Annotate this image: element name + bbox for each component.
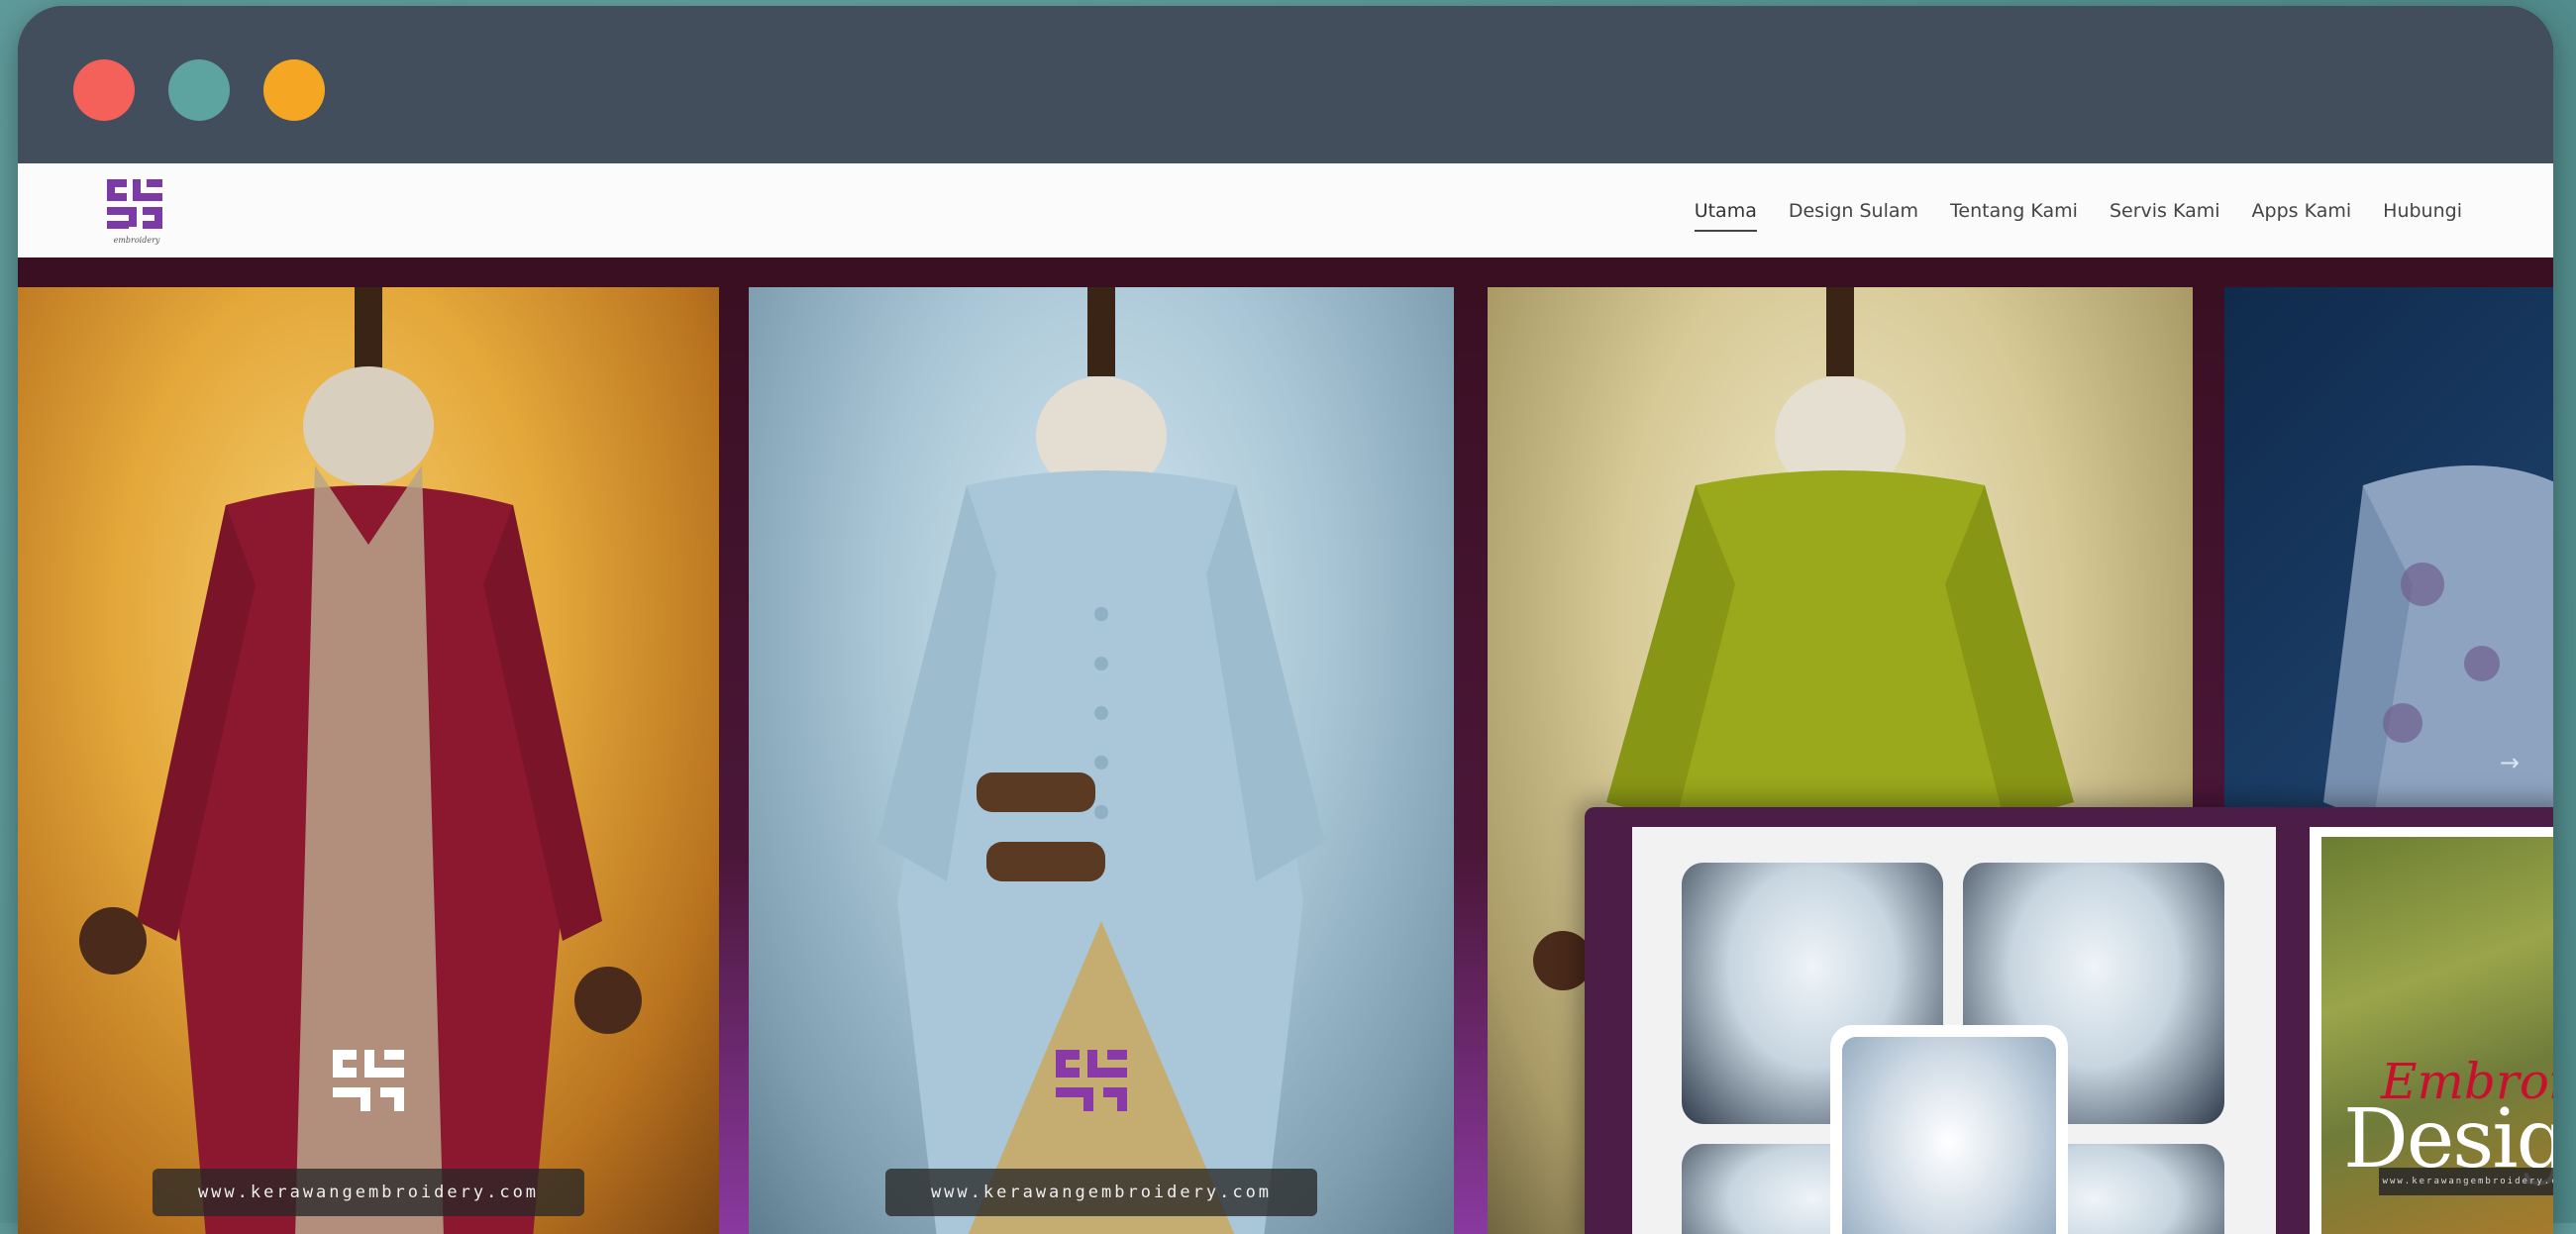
design-poster: Embroide Design www.kerawangembroidery.c… — [2310, 827, 2553, 1234]
gallery-slide-blue-kurung[interactable]: www.kerawangembroidery.com — [749, 287, 1454, 1234]
nav-item-servis-kami[interactable]: Servis Kami — [2110, 194, 2220, 228]
nav-item-design-sulam[interactable]: Design Sulam — [1789, 194, 1918, 228]
nav-item-hubungi[interactable]: Hubungi — [2383, 194, 2462, 228]
nav-item-utama[interactable]: Utama — [1694, 194, 1758, 232]
embroidery-detail-thumbnail — [1830, 1025, 2068, 1234]
poster-url: www.kerawangembroidery.com — [2379, 1168, 2553, 1195]
red-kebaya-image — [79, 287, 642, 1234]
nav-item-apps-kami[interactable]: Apps Kami — [2252, 194, 2352, 228]
blue-kurung-image — [877, 287, 1325, 1234]
nav-item-tentang-kami[interactable]: Tentang Kami — [1950, 194, 2078, 228]
poster-artwork: Embroide Design www.kerawangembroidery.c… — [2321, 837, 2553, 1234]
close-window-button[interactable] — [73, 59, 135, 121]
main-navigation: Utama Design Sulam Tentang Kami Servis K… — [1694, 163, 2462, 257]
logo-wordmark: embroidery — [114, 236, 160, 245]
slide-watermark-url: www.kerawangembroidery.com — [885, 1169, 1317, 1216]
brand-logo[interactable]: embroidery — [103, 175, 170, 247]
slide-divider — [719, 287, 749, 1234]
window-titlebar — [18, 6, 2553, 163]
minimize-window-button[interactable] — [168, 59, 230, 121]
design-showcase-card[interactable]: Embroide Design www.kerawangembroidery.c… — [1585, 807, 2553, 1234]
gallery-slide-red-kebaya[interactable]: www.kerawangembroidery.com — [18, 287, 719, 1234]
slide-watermark-url: www.kerawangembroidery.com — [153, 1169, 584, 1216]
browser-window: embroidery Utama Design Sulam Tentang Ka… — [18, 6, 2553, 1234]
embroidery-collage — [1632, 827, 2276, 1234]
slide-divider — [1454, 287, 1488, 1234]
next-slide-arrow-icon[interactable]: → — [2500, 749, 2520, 776]
site-header: embroidery Utama Design Sulam Tentang Ka… — [18, 163, 2553, 258]
maximize-window-button[interactable] — [263, 59, 325, 121]
